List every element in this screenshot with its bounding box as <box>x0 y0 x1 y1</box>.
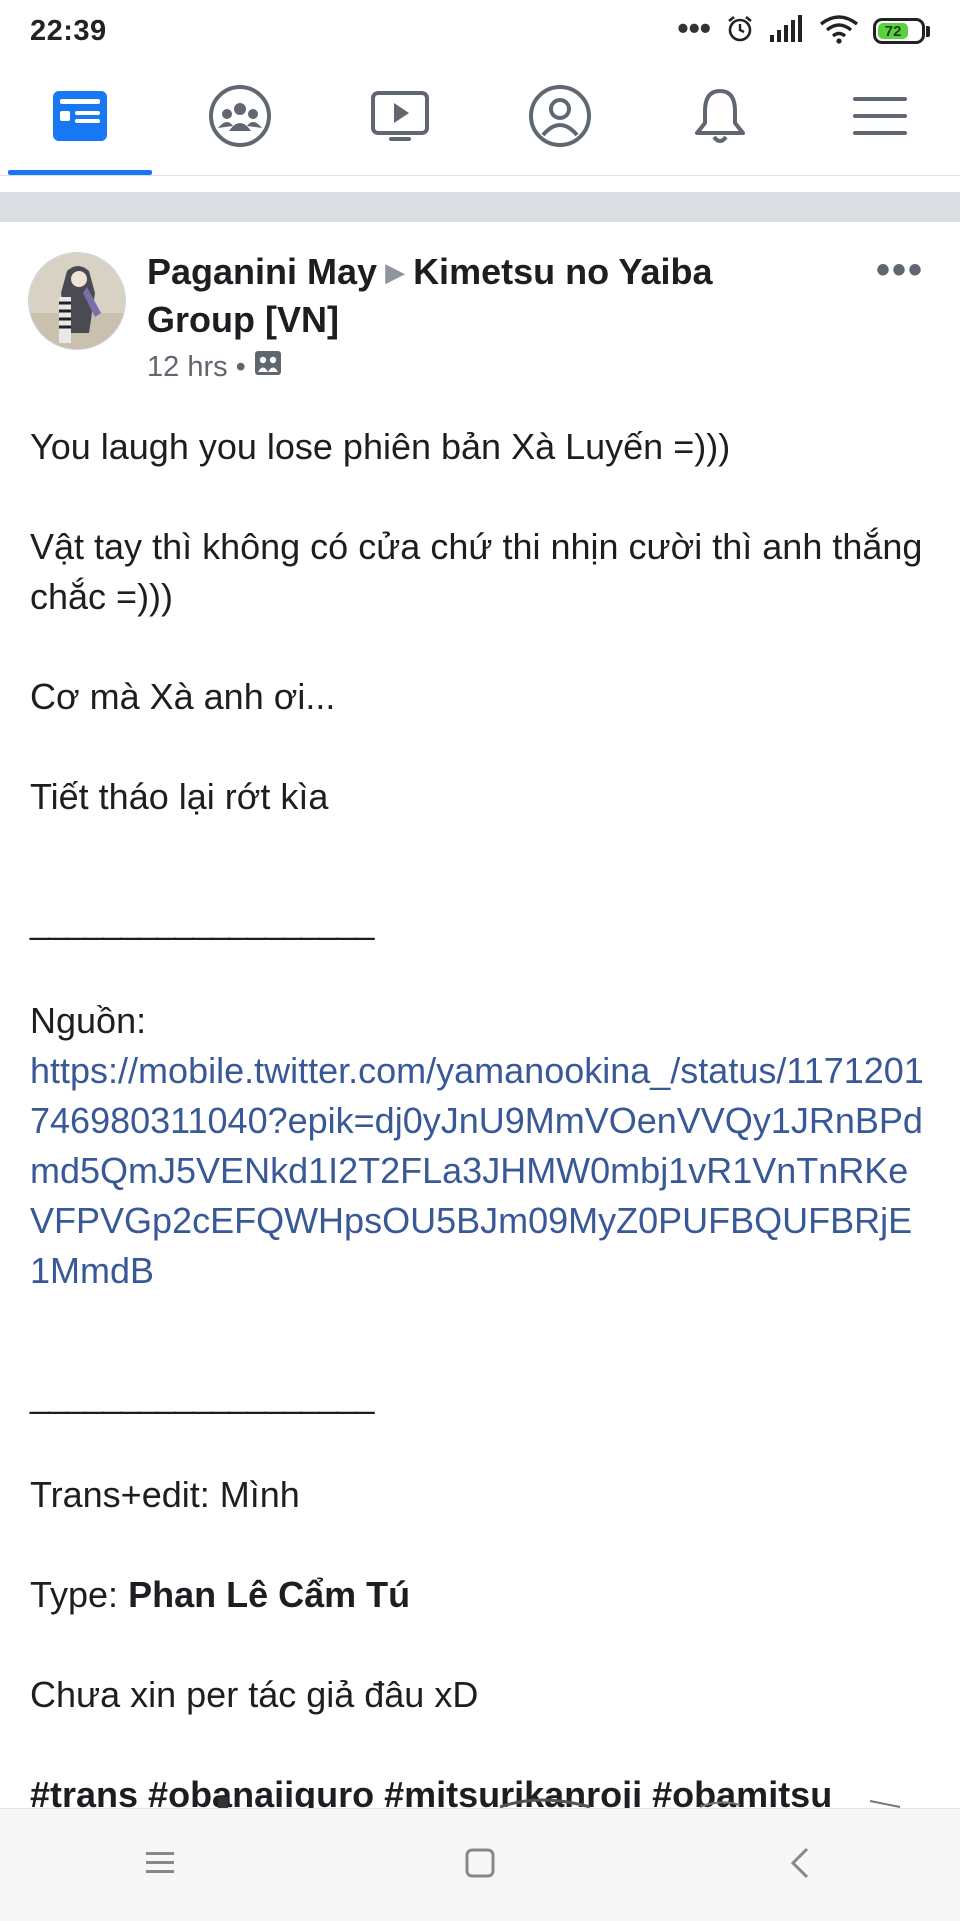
system-navigation-bar <box>0 1808 960 1921</box>
news-feed-icon <box>45 81 115 156</box>
battery-icon: 72 <box>873 18 930 44</box>
status-icons: ••• 72 <box>677 10 930 49</box>
back-button[interactable] <box>755 1820 845 1910</box>
separator-line: ___________________ <box>30 1374 374 1415</box>
post-more-button[interactable]: ••• <box>876 250 924 290</box>
post-text-line: Chưa xin per tác giả đâu xD <box>30 1674 479 1715</box>
post-header: Paganini May ▶ Kimetsu no Yaiba Group [VN]… <box>0 222 960 383</box>
feed-post: Paganini May ▶ Kimetsu no Yaiba Group [VN]… <box>0 222 960 1815</box>
watch-video-icon <box>365 81 435 156</box>
separator-line: ___________________ <box>30 900 374 941</box>
tab-groups[interactable] <box>165 62 315 175</box>
battery-level: 72 <box>878 23 909 40</box>
post-image-peek <box>0 1796 960 1808</box>
post-text-line: Tiết tháo lại rớt kìa <box>30 776 329 817</box>
wifi-icon <box>819 14 859 49</box>
groups-icon <box>205 81 275 156</box>
meta-separator: • <box>235 350 246 383</box>
status-bar: 22:39 ••• 72 <box>0 0 960 62</box>
bell-icon <box>685 81 755 156</box>
status-more-dots: ••• <box>677 10 711 46</box>
post-time[interactable]: 12 hrs <box>147 351 228 384</box>
group-audience-icon <box>254 350 282 384</box>
active-tab-indicator <box>8 170 152 175</box>
type-name[interactable]: Phan Lê Cẩm Tú <box>128 1574 410 1615</box>
alarm-icon <box>725 14 755 49</box>
shared-to-arrow-icon: ▶ <box>385 257 406 287</box>
source-link[interactable]: https://mobile.twitter.com/yamanookina_/… <box>30 1046 930 1296</box>
post-text-line: You laugh you lose phiên bản Xà Luyến =)… <box>30 426 731 467</box>
post-title: Paganini May ▶ Kimetsu no Yaiba Group [VN] <box>147 248 797 344</box>
type-label: Type: <box>30 1574 119 1615</box>
status-time: 22:39 <box>30 14 107 47</box>
avatar[interactable] <box>28 252 126 350</box>
back-icon <box>788 1846 812 1885</box>
type-credit: Type: Phan Lê Cẩm Tú <box>30 1570 930 1620</box>
post-text-line: Trans+edit: Mình <box>30 1474 300 1515</box>
recents-icon <box>144 1849 176 1882</box>
tab-watch[interactable] <box>325 62 475 175</box>
source-label: Nguồn: <box>30 1000 147 1041</box>
tab-menu[interactable] <box>805 62 955 175</box>
recents-button[interactable] <box>115 1820 205 1910</box>
feed-divider <box>0 192 960 222</box>
post-text-line: Vật tay thì không có cửa chứ thi nhịn cư… <box>30 526 923 617</box>
signal-icon <box>769 14 805 48</box>
post-body: You laugh you lose phiên bản Xà Luyến =)… <box>30 422 930 1820</box>
hamburger-menu-icon <box>845 81 915 156</box>
tab-notifications[interactable] <box>645 62 795 175</box>
author-name[interactable]: Paganini May <box>147 251 377 292</box>
home-button[interactable] <box>435 1820 525 1910</box>
post-meta: 12 hrs • <box>147 350 282 384</box>
profile-icon <box>525 81 595 156</box>
tab-profile[interactable] <box>485 62 635 175</box>
tab-navigation <box>0 62 960 176</box>
tab-news-feed[interactable] <box>5 62 155 175</box>
post-text-line: Cơ mà Xà anh ơi... <box>30 676 336 717</box>
home-icon <box>464 1847 496 1884</box>
